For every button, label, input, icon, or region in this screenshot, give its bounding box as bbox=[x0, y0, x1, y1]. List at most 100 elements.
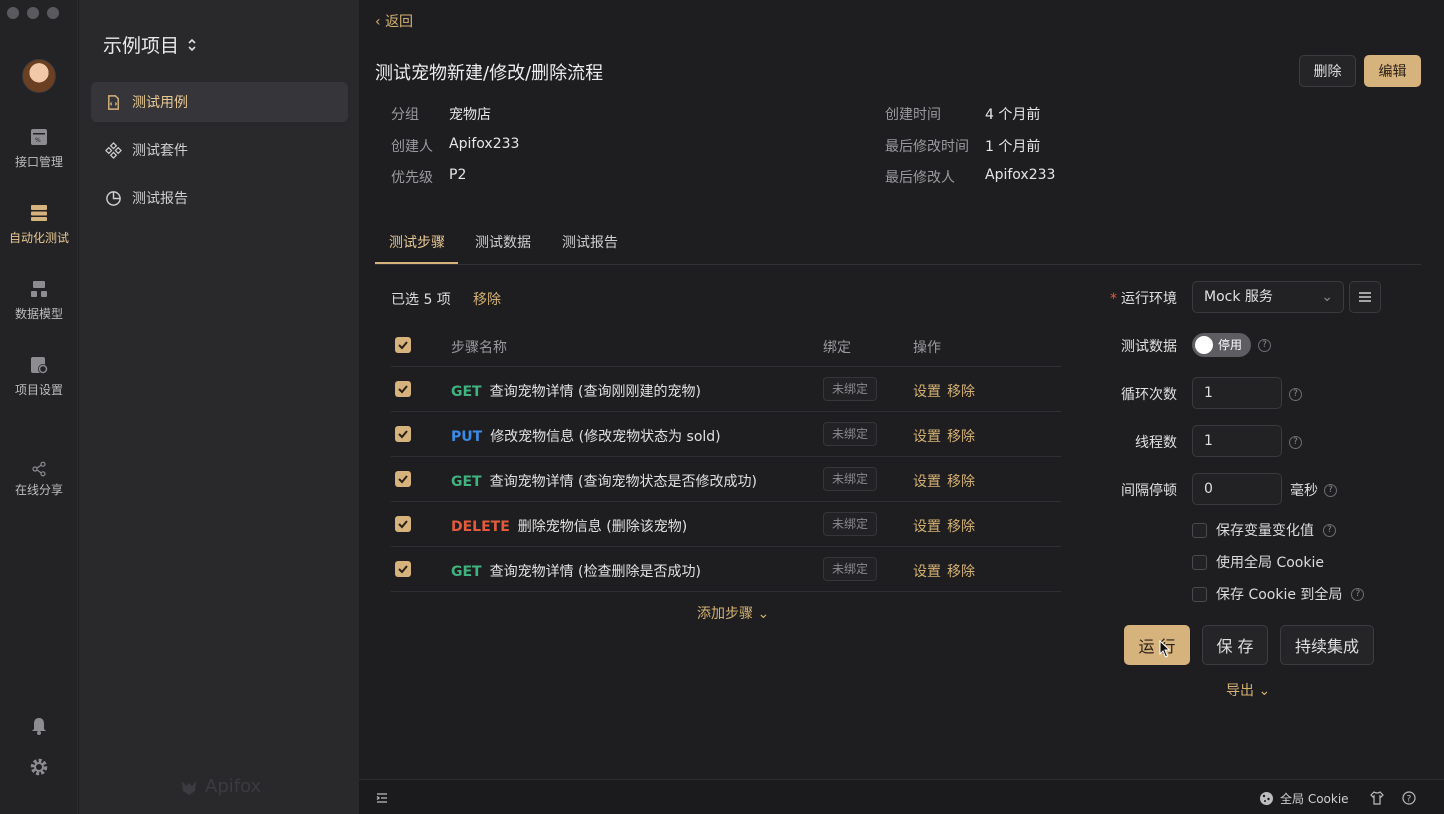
help-icon[interactable]: ? bbox=[1323, 523, 1336, 537]
created-label: 创建时间 bbox=[885, 107, 941, 123]
table-row[interactable]: PUT 修改宠物信息 (修改宠物状态为 sold) 未绑定 设置 移除 bbox=[391, 412, 1061, 457]
table-row[interactable]: GET 查询宠物详情 (查询宠物状态是否修改成功) 未绑定 设置 移除 bbox=[391, 457, 1061, 502]
save-cookie-option[interactable]: 保存 Cookie 到全局? bbox=[1192, 584, 1365, 604]
remove-link[interactable]: 移除 bbox=[947, 474, 975, 490]
test-data-toggle[interactable]: 停用 bbox=[1192, 333, 1251, 357]
header-bind: 绑定 bbox=[823, 340, 851, 356]
settings-link[interactable]: 设置 bbox=[913, 474, 941, 490]
remove-selected-link[interactable]: 移除 bbox=[473, 289, 501, 309]
creator-label: 创建人 bbox=[391, 139, 433, 155]
help-icon[interactable]: ? bbox=[1258, 339, 1271, 352]
help-icon[interactable]: ? bbox=[1289, 436, 1302, 449]
global-cookie-checkbox[interactable] bbox=[1192, 554, 1207, 570]
bind-status: 未绑定 bbox=[823, 377, 878, 401]
minimize-window-button[interactable] bbox=[27, 7, 39, 19]
help-icon[interactable]: ? bbox=[1351, 587, 1365, 601]
bind-status: 未绑定 bbox=[823, 422, 878, 446]
automation-icon bbox=[31, 205, 47, 221]
window-controls bbox=[7, 7, 59, 19]
settings-link[interactable]: 设置 bbox=[913, 384, 941, 400]
loop-input[interactable]: 1 bbox=[1192, 377, 1282, 409]
help-icon[interactable]: ? bbox=[1402, 791, 1416, 805]
global-cookie-option[interactable]: 使用全局 Cookie bbox=[1192, 552, 1324, 572]
help-icon[interactable]: ? bbox=[1289, 388, 1302, 401]
save-cookie-checkbox[interactable] bbox=[1192, 586, 1207, 602]
ci-button[interactable]: 持续集成 bbox=[1280, 625, 1374, 665]
method-badge: GET bbox=[451, 564, 482, 580]
step-name: 删除宠物信息 (删除该宠物) bbox=[517, 519, 688, 535]
table-row[interactable]: GET 查询宠物详情 (检查删除是否成功) 未绑定 设置 移除 bbox=[391, 547, 1061, 592]
apifox-watermark: Apifox bbox=[179, 776, 261, 797]
table-row[interactable]: DELETE 删除宠物信息 (删除该宠物) 未绑定 设置 移除 bbox=[391, 502, 1061, 547]
tab-test-report[interactable]: 测试报告 bbox=[562, 232, 618, 252]
sidebar-item-label: 测试报告 bbox=[132, 191, 188, 207]
header-step-name: 步骤名称 bbox=[451, 340, 507, 356]
row-checkbox[interactable] bbox=[395, 561, 411, 577]
rail-item-automation[interactable]: 自动化测试 bbox=[0, 203, 78, 246]
save-button[interactable]: 保 存 bbox=[1202, 625, 1268, 665]
project-switcher[interactable]: 示例项目 bbox=[103, 31, 197, 58]
run-button[interactable]: 运 行 bbox=[1124, 625, 1190, 665]
data-model-icon bbox=[31, 281, 47, 297]
maximize-window-button[interactable] bbox=[47, 7, 59, 19]
settings-icon bbox=[31, 357, 48, 374]
step-name: 查询宠物详情 (查询宠物状态是否修改成功) bbox=[489, 474, 757, 490]
header-ops: 操作 bbox=[913, 340, 941, 356]
env-menu-button[interactable] bbox=[1349, 281, 1381, 313]
env-select[interactable]: Mock 服务 ⌄ bbox=[1192, 281, 1344, 313]
icon-rail: % 接口管理 自动化测试 数据模型 项目设置 在线分享 bbox=[0, 0, 78, 814]
save-vars-option[interactable]: 保存变量变化值? bbox=[1192, 520, 1336, 540]
save-vars-checkbox[interactable] bbox=[1192, 522, 1207, 538]
interval-input[interactable]: 0 bbox=[1192, 473, 1282, 505]
rail-item-share[interactable]: 在线分享 bbox=[0, 461, 78, 498]
table-row[interactable]: GET 查询宠物详情 (查询刚刚建的宠物) 未绑定 设置 移除 bbox=[391, 367, 1061, 412]
row-checkbox[interactable] bbox=[395, 381, 411, 397]
remove-link[interactable]: 移除 bbox=[947, 519, 975, 535]
shirt-icon[interactable] bbox=[1370, 791, 1384, 805]
help-icon[interactable]: ? bbox=[1324, 484, 1337, 497]
rail-item-project-settings[interactable]: 项目设置 bbox=[0, 355, 78, 398]
page-title: 测试宠物新建/修改/删除流程 bbox=[375, 63, 604, 84]
modified-value: 1 个月前 bbox=[985, 139, 1041, 155]
edit-button[interactable]: 编辑 bbox=[1364, 55, 1421, 87]
threads-input[interactable]: 1 bbox=[1192, 425, 1282, 457]
sidebar-item-suites[interactable]: 测试套件 bbox=[91, 130, 348, 170]
remove-link[interactable]: 移除 bbox=[947, 384, 975, 400]
remove-link[interactable]: 移除 bbox=[947, 429, 975, 445]
remove-link[interactable]: 移除 bbox=[947, 564, 975, 580]
tab-test-data[interactable]: 测试数据 bbox=[475, 232, 531, 252]
delete-button[interactable]: 删除 bbox=[1299, 55, 1356, 87]
settings-link[interactable]: 设置 bbox=[913, 519, 941, 535]
mouse-cursor-icon bbox=[1159, 640, 1171, 658]
bell-icon[interactable] bbox=[29, 716, 49, 736]
rail-item-api[interactable]: % 接口管理 bbox=[0, 127, 78, 170]
avatar[interactable] bbox=[22, 59, 56, 93]
row-checkbox[interactable] bbox=[395, 426, 411, 442]
rail-item-label: 项目设置 bbox=[14, 383, 63, 397]
add-step-button[interactable]: 添加步骤 ⌄ bbox=[697, 603, 769, 623]
export-button[interactable]: 导出 ⌄ bbox=[1226, 680, 1270, 700]
global-cookie-button[interactable]: 全局 Cookie bbox=[1259, 790, 1349, 807]
rail-item-data-model[interactable]: 数据模型 bbox=[0, 279, 78, 322]
settings-link[interactable]: 设置 bbox=[913, 429, 941, 445]
selected-count: 已选 5 项 bbox=[391, 292, 451, 308]
gear-icon[interactable] bbox=[29, 757, 49, 777]
sidebar-item-label: 测试套件 bbox=[132, 143, 188, 159]
collapse-sidebar-icon[interactable] bbox=[376, 792, 388, 804]
chevron-down-icon: ⌄ bbox=[1321, 289, 1333, 305]
chevron-down-icon: ⌄ bbox=[1258, 683, 1271, 699]
close-window-button[interactable] bbox=[7, 7, 19, 19]
row-checkbox[interactable] bbox=[395, 471, 411, 487]
tab-steps[interactable]: 测试步骤 bbox=[389, 232, 445, 252]
settings-link[interactable]: 设置 bbox=[913, 564, 941, 580]
step-name: 修改宠物信息 (修改宠物状态为 sold) bbox=[490, 429, 721, 445]
test-data-label: 测试数据 bbox=[1121, 339, 1177, 355]
sidebar-item-testcases[interactable]: 测试用例 bbox=[91, 82, 348, 122]
chevron-down-icon: ⌄ bbox=[757, 606, 770, 622]
sidebar-item-reports[interactable]: 测试报告 bbox=[91, 178, 348, 218]
method-badge: PUT bbox=[451, 429, 483, 445]
row-checkbox[interactable] bbox=[395, 516, 411, 532]
select-all-checkbox[interactable] bbox=[395, 337, 411, 353]
share-icon bbox=[32, 461, 46, 477]
back-link[interactable]: ‹ 返回 bbox=[375, 11, 413, 31]
